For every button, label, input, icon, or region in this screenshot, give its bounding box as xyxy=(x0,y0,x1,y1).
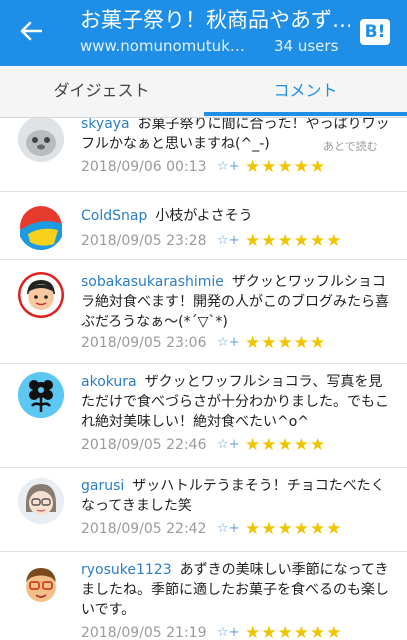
comment-date: 2018/09/05 21:19 xyxy=(81,625,207,640)
tab-bar: ダイジェスト コメント xyxy=(0,66,407,118)
hatena-bookmark-button[interactable]: B! xyxy=(360,19,390,45)
comment-text: ザッハトルテうまそう！チョコたべたくなってきました笑 xyxy=(81,478,385,514)
avatar[interactable] xyxy=(18,272,64,318)
comment-item: garusi ザッハトルテうまそう！チョコたべたくなってきました笑 2018/09… xyxy=(0,468,407,552)
comment-user[interactable]: sobakasukarashimie xyxy=(81,274,224,290)
comment-date: 2018/09/05 22:42 xyxy=(81,521,207,537)
comment-user[interactable]: garusi xyxy=(81,478,124,494)
avatar[interactable] xyxy=(18,562,64,608)
star-rating: ★★★★★★ xyxy=(245,623,343,640)
add-star-icon[interactable]: ☆+ xyxy=(217,332,240,354)
add-star-icon[interactable]: ☆+ xyxy=(217,518,240,540)
star-rating: ★★★★★★ xyxy=(245,519,343,539)
page-subtitle: www.nomunomutuk… 34 users xyxy=(80,35,350,59)
comment-item: ryosuke1123 あずきの美味しい季節になってきましたね。季節に適したお菓子… xyxy=(0,552,407,640)
star-rating: ★★★★★ xyxy=(245,157,327,177)
comment-text: 小枝がよさそう xyxy=(155,208,253,224)
comment-date: 2018/09/05 22:46 xyxy=(81,437,207,453)
avatar[interactable] xyxy=(18,478,64,524)
comment-list[interactable]: skyaya お菓子祭りに間に合った！やっぱりワッフルかなぁと思いますね(^_-)… xyxy=(0,118,407,640)
star-rating: ★★★★★ xyxy=(245,333,327,353)
avatar[interactable] xyxy=(18,372,64,418)
page-title: お菓子祭り！秋商品やあず… xyxy=(80,8,350,32)
tab-comments[interactable]: コメント xyxy=(204,66,407,118)
comment-user[interactable]: skyaya xyxy=(81,118,130,132)
tab-digest[interactable]: ダイジェスト xyxy=(0,66,203,118)
active-tab-indicator xyxy=(204,112,407,116)
comment-date: 2018/09/05 23:28 xyxy=(81,233,207,249)
page-url[interactable]: www.nomunomutuk… xyxy=(80,35,260,57)
add-star-icon[interactable]: ☆+ xyxy=(217,434,240,456)
comment-user[interactable]: ryosuke1123 xyxy=(81,562,172,578)
comment-user[interactable]: ColdSnap xyxy=(81,208,147,224)
add-star-icon[interactable]: ☆+ xyxy=(217,230,240,252)
avatar[interactable] xyxy=(18,118,64,162)
add-star-icon[interactable]: ☆+ xyxy=(217,156,240,178)
star-rating: ★★★★★★ xyxy=(245,231,343,251)
comment-item: akokura ザクッとワッフルショコラ、写真を見ただけで食べづらさが十分わかりま… xyxy=(0,364,407,468)
comment-item: sobakasukarashimie ザクッとワッフルショコラ絶対食べます！開発の… xyxy=(0,260,407,364)
comment-item: skyaya お菓子祭りに間に合った！やっぱりワッフルかなぁと思いますね(^_-)… xyxy=(0,118,407,192)
app-bar: お菓子祭り！秋商品やあず… www.nomunomutuk… 34 users … xyxy=(0,0,407,66)
comment-date: 2018/09/06 00:13 xyxy=(81,159,207,175)
comment-date: 2018/09/05 23:06 xyxy=(81,335,207,351)
avatar[interactable] xyxy=(18,204,64,250)
users-count[interactable]: 34 users xyxy=(274,35,338,57)
comment-user[interactable]: akokura xyxy=(81,374,137,390)
add-star-icon[interactable]: ☆+ xyxy=(217,622,240,640)
read-later-link[interactable]: あとで読む xyxy=(323,138,378,154)
star-rating: ★★★★★ xyxy=(245,435,327,455)
comment-item: ColdSnap 小枝がよさそう 2018/09/05 23:28 ☆+ ★★★★… xyxy=(0,192,407,260)
back-arrow-icon[interactable] xyxy=(14,14,48,48)
